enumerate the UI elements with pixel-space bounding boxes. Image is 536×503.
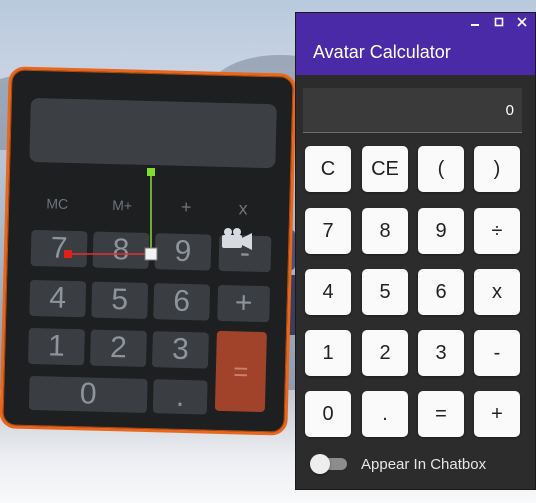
close-icon — [517, 16, 527, 27]
decimal-button[interactable]: . — [362, 391, 408, 437]
clear-entry-button[interactable]: CE — [362, 146, 408, 192]
close-paren-button[interactable]: ) — [474, 146, 520, 192]
subtract-button[interactable]: - — [474, 330, 520, 376]
digit-6-button[interactable]: 6 — [418, 269, 464, 315]
maximize-button[interactable] — [487, 13, 511, 30]
digit-4-button[interactable]: 4 — [305, 269, 351, 315]
digit-9-button[interactable]: 9 — [418, 208, 464, 254]
window-titlebar[interactable] — [296, 13, 535, 30]
appear-in-chatbox-label: Appear In Chatbox — [361, 456, 487, 473]
digit-1-button[interactable]: 1 — [305, 330, 351, 376]
multiply-button[interactable]: x — [474, 269, 520, 315]
maximize-icon — [494, 17, 504, 26]
divide-button[interactable]: ÷ — [474, 208, 520, 254]
app-title: Avatar Calculator — [313, 42, 451, 62]
transform-gizmo[interactable] — [0, 0, 290, 420]
digit-0-button[interactable]: 0 — [305, 391, 351, 437]
equals-button[interactable]: = — [418, 391, 464, 437]
digit-8-button[interactable]: 8 — [362, 208, 408, 254]
clear-button[interactable]: C — [305, 146, 351, 192]
digit-3-button[interactable]: 3 — [418, 330, 464, 376]
digit-2-button[interactable]: 2 — [362, 330, 408, 376]
digit-7-button[interactable]: 7 — [305, 208, 351, 254]
digit-5-button[interactable]: 5 — [362, 269, 408, 315]
toggle-thumb — [310, 454, 330, 474]
add-button[interactable]: + — [474, 391, 520, 437]
camera-icon — [222, 228, 252, 250]
open-paren-button[interactable]: ( — [418, 146, 464, 192]
calculator-display: 0 — [303, 88, 522, 133]
app-header: Avatar Calculator — [296, 30, 535, 75]
minimize-button[interactable] — [463, 13, 487, 30]
minimize-icon — [471, 23, 479, 26]
appear-in-chatbox-toggle[interactable] — [310, 454, 350, 474]
calculator-window: Avatar Calculator 0 C CE() 7 8 9 ÷ 4 5 6 x 1 2 3- 0. =… — [295, 12, 536, 490]
close-button[interactable] — [510, 13, 534, 30]
